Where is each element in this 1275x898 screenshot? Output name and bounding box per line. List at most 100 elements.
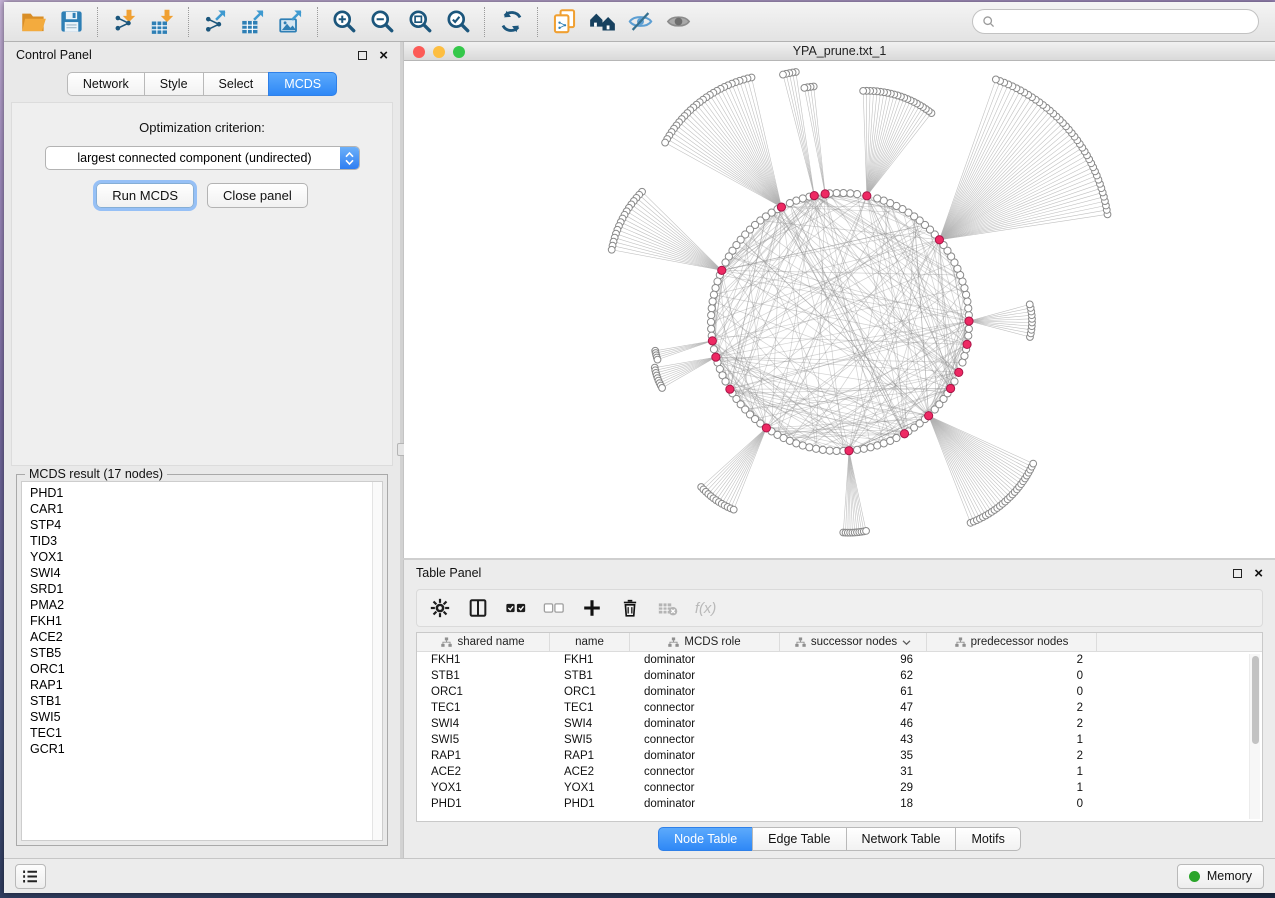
mcds-result-item[interactable]: TID3	[30, 533, 374, 549]
graph-node[interactable]	[812, 445, 819, 452]
tab-mcds[interactable]: MCDS	[268, 72, 337, 96]
graph-node[interactable]	[874, 195, 881, 202]
graph-node-mcds[interactable]	[935, 236, 943, 244]
mcds-result-item[interactable]: PHD1	[30, 485, 374, 501]
graph-node[interactable]	[860, 445, 867, 452]
search-input[interactable]	[1002, 14, 1249, 30]
graph-node[interactable]	[708, 325, 715, 332]
graph-node[interactable]	[801, 84, 808, 91]
graph-node[interactable]	[840, 189, 847, 196]
mcds-result-item[interactable]: STP4	[30, 517, 374, 533]
graph-node-mcds[interactable]	[708, 337, 716, 345]
graph-node[interactable]	[722, 259, 729, 266]
graph-node[interactable]	[722, 378, 729, 385]
close-table-panel-icon[interactable]: ×	[1254, 569, 1263, 578]
open-file-button[interactable]	[14, 5, 52, 39]
column-header-name[interactable]: name	[550, 633, 630, 651]
table-row[interactable]: SWI4SWI4dominator462	[417, 716, 1262, 732]
table-row[interactable]: ACE2ACE2connector311	[417, 764, 1262, 780]
graph-node[interactable]	[707, 318, 714, 325]
mcds-result-item[interactable]: SRD1	[30, 581, 374, 597]
graph-node[interactable]	[833, 447, 840, 454]
mcds-result-item[interactable]: YOX1	[30, 549, 374, 565]
mcds-result-item[interactable]: PMA2	[30, 597, 374, 613]
float-table-panel-icon[interactable]	[1233, 569, 1242, 578]
table-row[interactable]: SWI5SWI5connector431	[417, 732, 1262, 748]
zoom-selected-button[interactable]	[439, 5, 477, 39]
table-scrollbar[interactable]	[1249, 654, 1260, 819]
graph-node[interactable]	[992, 76, 999, 83]
table-row[interactable]: TEC1TEC1connector472	[417, 700, 1262, 716]
graph-node-mcds[interactable]	[925, 412, 933, 420]
import-network-button[interactable]	[105, 5, 143, 39]
tab-style[interactable]: Style	[144, 72, 204, 96]
graph-node[interactable]	[965, 332, 972, 339]
graph-node[interactable]	[659, 385, 666, 392]
add-column-button[interactable]	[577, 593, 607, 623]
graph-node[interactable]	[863, 527, 870, 534]
graph-node-mcds[interactable]	[965, 317, 973, 325]
table-row[interactable]: ORC1ORC1dominator610	[417, 684, 1262, 700]
zoom-fit-button[interactable]	[401, 5, 439, 39]
memory-button[interactable]: Memory	[1177, 864, 1264, 889]
table-row[interactable]: YOX1YOX1connector291	[417, 780, 1262, 796]
result-scrollbar[interactable]	[372, 482, 382, 840]
graph-node-mcds[interactable]	[810, 191, 818, 199]
mcds-result-item[interactable]: STB5	[30, 645, 374, 661]
table-row[interactable]: FKH1FKH1dominator962	[417, 652, 1262, 668]
graph-node[interactable]	[893, 434, 900, 441]
graph-node[interactable]	[961, 352, 968, 359]
graph-node[interactable]	[964, 298, 971, 305]
close-panel-icon[interactable]: ×	[379, 51, 388, 60]
graph-node[interactable]	[1026, 301, 1033, 308]
graph-node[interactable]	[730, 506, 737, 513]
mcds-result-item[interactable]: TEC1	[30, 725, 374, 741]
graph-node[interactable]	[962, 291, 969, 298]
refresh-view-button[interactable]	[492, 5, 530, 39]
graph-node[interactable]	[854, 446, 861, 453]
graph-node[interactable]	[819, 446, 826, 453]
first-neighbors-button[interactable]	[583, 5, 621, 39]
mcds-result-item[interactable]: ACE2	[30, 629, 374, 645]
column-header-MCDS-role[interactable]: MCDS role	[630, 633, 780, 651]
tab-motifs[interactable]: Motifs	[955, 827, 1020, 851]
graph-node[interactable]	[708, 305, 715, 312]
graph-node-mcds[interactable]	[900, 430, 908, 438]
graph-node-mcds[interactable]	[955, 368, 963, 376]
graph-node[interactable]	[867, 444, 874, 451]
network-canvas[interactable]	[404, 61, 1275, 558]
hide-selected-button[interactable]	[621, 5, 659, 39]
table-row[interactable]: PHD1PHD1dominator180	[417, 796, 1262, 812]
mcds-result-item[interactable]: CAR1	[30, 501, 374, 517]
graph-node-mcds[interactable]	[963, 340, 971, 348]
mcds-result-item[interactable]: SWI4	[30, 565, 374, 581]
graph-node[interactable]	[826, 447, 833, 454]
graph-node[interactable]	[710, 346, 717, 353]
graph-node[interactable]	[965, 325, 972, 332]
graph-node-mcds[interactable]	[762, 424, 770, 432]
graph-node-mcds[interactable]	[845, 447, 853, 455]
tab-select[interactable]: Select	[203, 72, 270, 96]
mcds-result-item[interactable]: STB1	[30, 693, 374, 709]
tab-edge-table[interactable]: Edge Table	[752, 827, 846, 851]
export-image-button[interactable]	[272, 5, 310, 39]
graph-node[interactable]	[780, 71, 787, 78]
mcds-result-item[interactable]: RAP1	[30, 677, 374, 693]
mcds-result-item[interactable]: FKH1	[30, 613, 374, 629]
mcds-result-item[interactable]: GCR1	[30, 741, 374, 757]
graph-node[interactable]	[965, 305, 972, 312]
column-layout-button[interactable]	[463, 593, 493, 623]
close-panel-button[interactable]: Close panel	[207, 183, 308, 208]
task-history-button[interactable]	[15, 864, 46, 889]
table-row[interactable]: RAP1RAP1dominator352	[417, 748, 1262, 764]
graph-node[interactable]	[806, 444, 813, 451]
graph-node-mcds[interactable]	[718, 266, 726, 274]
close-window-icon[interactable]	[413, 46, 425, 58]
graph-node-mcds[interactable]	[946, 384, 954, 392]
graph-node[interactable]	[654, 356, 661, 363]
float-window-icon[interactable]	[358, 51, 367, 60]
tab-network[interactable]: Network	[67, 72, 145, 96]
show-all-button[interactable]	[659, 5, 697, 39]
column-header-successor-nodes[interactable]: successor nodes	[780, 633, 927, 651]
tab-network-table[interactable]: Network Table	[846, 827, 957, 851]
